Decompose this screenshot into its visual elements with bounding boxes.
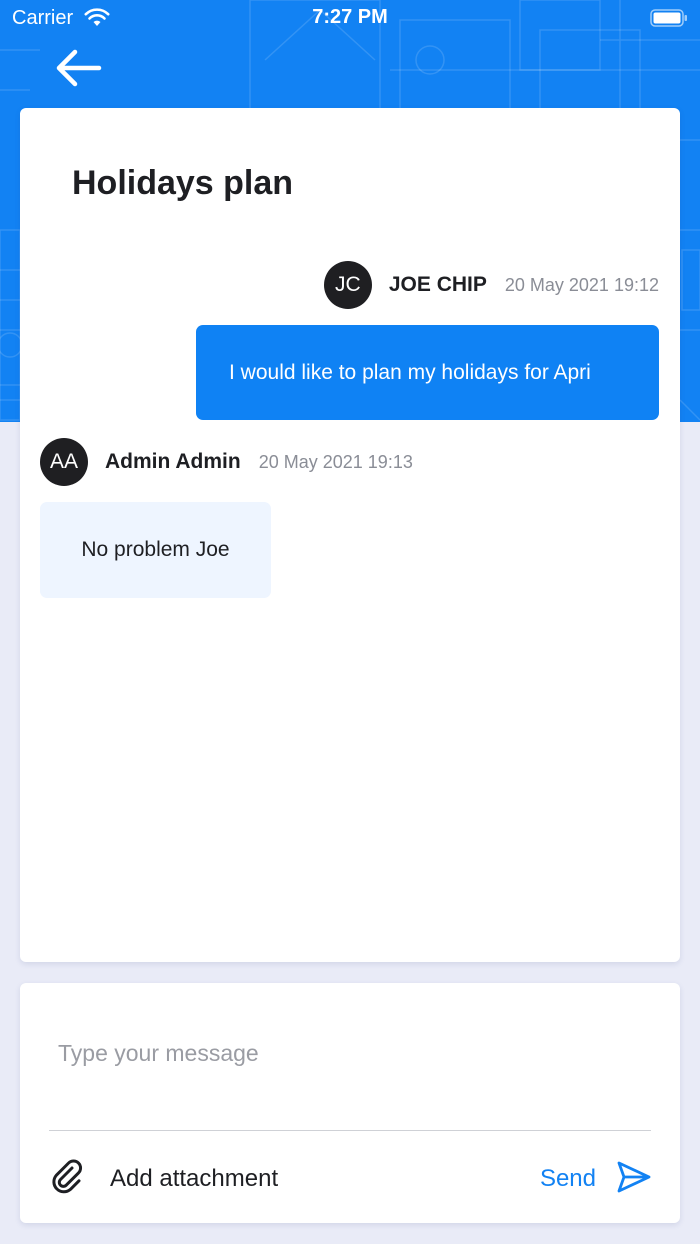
- message-header-outgoing: JC JOE CHIP 20 May 2021 19:12: [323, 261, 659, 309]
- send-button[interactable]: Send: [540, 1153, 652, 1205]
- composer-divider: [49, 1130, 651, 1131]
- status-bar: Carrier 7:27 PM: [0, 0, 700, 36]
- battery-icon: [650, 9, 688, 27]
- chat-screen: Carrier 7:27 PM Holidays plan JC JOE CHI…: [0, 0, 700, 1244]
- avatar: AA: [40, 438, 88, 486]
- avatar: JC: [323, 261, 372, 309]
- message-author: Admin Admin: [105, 450, 241, 473]
- chat-card: Holidays plan JC JOE CHIP 20 May 2021 19…: [20, 108, 680, 962]
- message-author: JOE CHIP: [388, 273, 487, 296]
- message-timestamp: 20 May 2021 19:12: [504, 274, 659, 295]
- back-button[interactable]: [48, 44, 108, 96]
- add-attachment-label: Add attachment: [110, 1165, 279, 1192]
- arrow-left-icon: [53, 48, 103, 93]
- message-text: No problem Joe: [81, 538, 230, 561]
- send-icon: [616, 1160, 652, 1199]
- status-time: 7:27 PM: [312, 6, 388, 28]
- message-header-incoming: AA Admin Admin 20 May 2021 19:13: [40, 438, 413, 486]
- message-timestamp: 20 May 2021 19:13: [258, 451, 413, 472]
- message-text: I would like to plan my holidays for Apr…: [229, 360, 591, 384]
- send-label: Send: [539, 1165, 596, 1192]
- paperclip-icon: [48, 1157, 88, 1202]
- message-bubble-incoming: No problem Joe: [40, 502, 271, 598]
- add-attachment-button[interactable]: Add attachment: [48, 1153, 278, 1205]
- message-composer: Add attachment Send: [20, 983, 680, 1223]
- thread-title: Holidays plan: [72, 164, 294, 202]
- message-input[interactable]: [48, 1023, 648, 1083]
- message-bubble-outgoing: I would like to plan my holidays for Apr…: [196, 325, 659, 420]
